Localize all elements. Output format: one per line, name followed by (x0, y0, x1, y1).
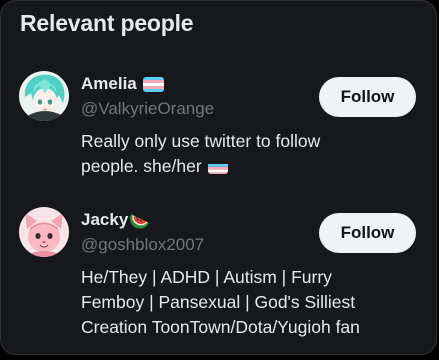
follow-button[interactable]: Follow (319, 213, 416, 253)
bio-line: Really only use twitter to follow (81, 131, 321, 151)
relevant-people-panel: Relevant people Amelia @ValkyrieOrange F… (0, 0, 437, 355)
display-name[interactable]: Amelia (81, 74, 137, 94)
transgender-flag-icon (207, 160, 228, 174)
bio-line: people. she/her (81, 156, 202, 176)
panel-title: Relevant people (20, 10, 194, 36)
avatar[interactable] (19, 207, 69, 257)
bio-line: Femboy | Pansexual | God's Silliest (81, 292, 356, 312)
watermelon-icon (129, 211, 151, 229)
user-bio: Really only use twitter to follow people… (81, 129, 411, 179)
bio-line-with-icon: people. she/her (81, 154, 411, 179)
user-handle[interactable]: @ValkyrieOrange (81, 99, 214, 119)
bio-line: He/They | ADHD | Autism | Furry (81, 267, 332, 287)
avatar[interactable] (19, 71, 69, 121)
display-name[interactable]: Jacky (81, 210, 128, 230)
bio-line: Creation ToonTown/Dota/Yugioh fan (81, 317, 360, 337)
user-handle[interactable]: @goshblox2007 (81, 235, 204, 255)
name-row: Amelia (81, 73, 164, 95)
follow-button[interactable]: Follow (319, 77, 416, 117)
user-bio: He/They | ADHD | Autism | Furry Femboy |… (81, 265, 411, 340)
transgender-flag-icon (142, 76, 164, 92)
name-row: Jacky (81, 209, 151, 231)
